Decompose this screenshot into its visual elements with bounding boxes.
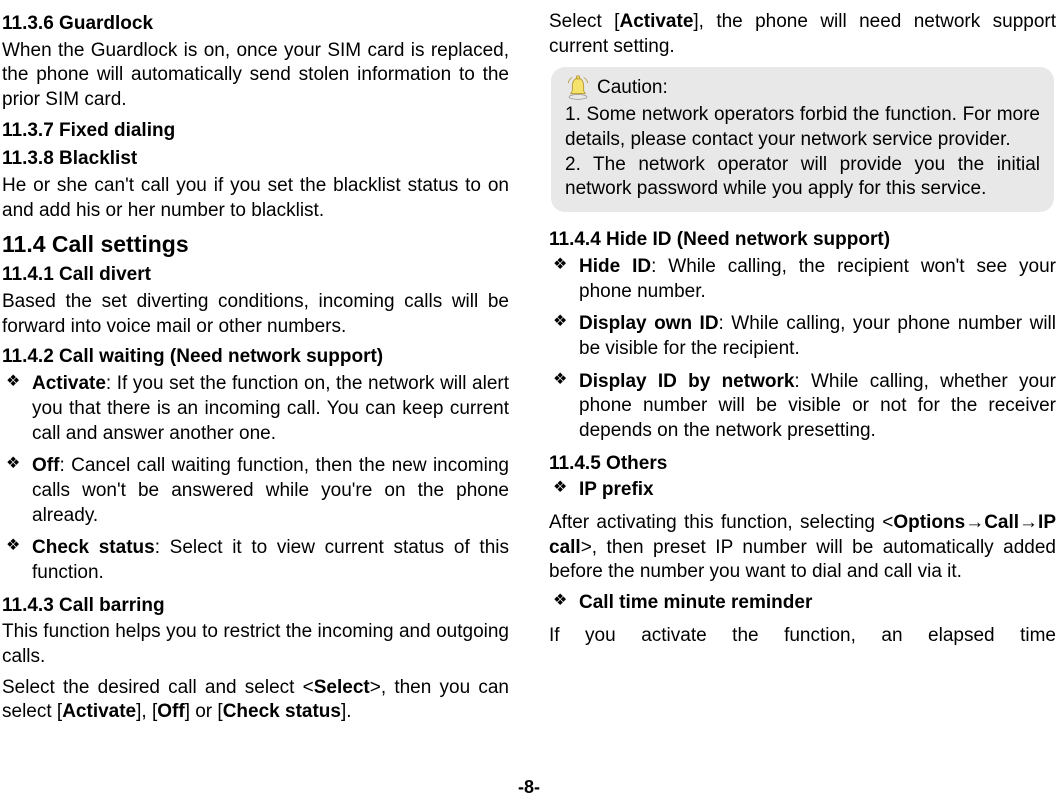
paragraph: He or she can't call you if you set the … [2, 174, 509, 223]
text: ] or [ [185, 701, 223, 722]
heading-11-4: 11.4 Call settings [2, 230, 509, 260]
text: >, then preset IP number will be automat… [549, 537, 1056, 583]
paragraph: Select the desired call and select <Sele… [2, 676, 509, 725]
right-column: Select [Activate], the phone will need n… [549, 8, 1056, 768]
list-item: IP prefix [549, 478, 1056, 503]
caution-label: Caution: [597, 76, 668, 101]
text: After activating this function, selectin… [549, 512, 893, 533]
paragraph: When the Guardlock is on, once your SIM … [2, 39, 509, 113]
heading-11-4-2: 11.4.2 Call waiting (Need network suppor… [2, 345, 509, 370]
caution-header: Caution: [565, 75, 1040, 101]
text: Select the desired call and select < [2, 677, 314, 698]
list-text: : Cancel call waiting function, then the… [32, 455, 509, 525]
heading-11-4-5: 11.4.5 Others [549, 452, 1056, 477]
list-item: Off: Cancel call waiting function, then … [2, 454, 509, 528]
caution-bell-icon [565, 75, 591, 101]
list-text: : While calling, the recipient won't see… [579, 256, 1056, 302]
columns: 11.3.6 Guardlock When the Guardlock is o… [0, 8, 1058, 768]
left-column: 11.3.6 Guardlock When the Guardlock is o… [2, 8, 509, 768]
text: ]. [341, 701, 352, 722]
term-off: Off [157, 701, 184, 722]
term-check-status: Check status [32, 537, 155, 558]
term-activate: Activate [62, 701, 136, 722]
list-item: Call time minute reminder [549, 591, 1056, 616]
list-item: Hide ID: While calling, the recipient wo… [549, 255, 1056, 304]
paragraph: Select [Activate], the phone will need n… [549, 10, 1056, 59]
list-item: Display own ID: While calling, your phon… [549, 312, 1056, 361]
caution-box: Caution: 1. Some network operators forbi… [551, 67, 1054, 212]
term-options: Options [893, 512, 965, 533]
list-call-waiting: Activate: If you set the function on, th… [2, 372, 509, 586]
arrow-icon: → [965, 512, 984, 533]
term-off: Off [32, 455, 59, 476]
heading-11-3-7: 11.3.7 Fixed dialing [2, 119, 509, 144]
arrow-icon: → [1019, 512, 1038, 533]
term-call: Call [984, 512, 1019, 533]
page: 11.3.6 Guardlock When the Guardlock is o… [0, 0, 1058, 804]
list-item: Activate: If you set the function on, th… [2, 372, 509, 446]
heading-11-4-4: 11.4.4 Hide ID (Need network support) [549, 228, 1056, 253]
text: Select [ [549, 11, 619, 32]
heading-11-3-6: 11.3.6 Guardlock [2, 12, 509, 37]
term-select: Select [314, 677, 370, 698]
term-activate: Activate [619, 11, 693, 32]
paragraph: If you activate the function, an elapsed… [549, 624, 1056, 649]
term-display-own-id: Display own ID [579, 313, 719, 334]
term-hide-id: Hide ID [579, 256, 651, 277]
list-item: Display ID by network: While calling, wh… [549, 370, 1056, 444]
text: ], [ [136, 701, 157, 722]
term-check-status: Check status [223, 701, 341, 722]
page-number: -8- [0, 777, 1058, 798]
heading-11-4-1: 11.4.1 Call divert [2, 263, 509, 288]
term-call-time-reminder: Call time minute reminder [579, 592, 812, 613]
list-hide-id: Hide ID: While calling, the recipient wo… [549, 255, 1056, 444]
caution-body: 1. Some network operators forbid the fun… [565, 103, 1040, 202]
list-item: Check status: Select it to view current … [2, 536, 509, 585]
heading-11-4-3: 11.4.3 Call barring [2, 594, 509, 619]
term-ip-prefix: IP prefix [579, 479, 654, 500]
paragraph: Based the set diverting conditions, inco… [2, 290, 509, 339]
term-activate: Activate [32, 373, 106, 394]
paragraph: After activating this function, selectin… [549, 511, 1056, 585]
term-display-id-by-network: Display ID by network [579, 371, 794, 392]
heading-11-3-8: 11.3.8 Blacklist [2, 147, 509, 172]
list-others: IP prefix [549, 478, 1056, 503]
list-others-2: Call time minute reminder [549, 591, 1056, 616]
paragraph: This function helps you to restrict the … [2, 620, 509, 669]
